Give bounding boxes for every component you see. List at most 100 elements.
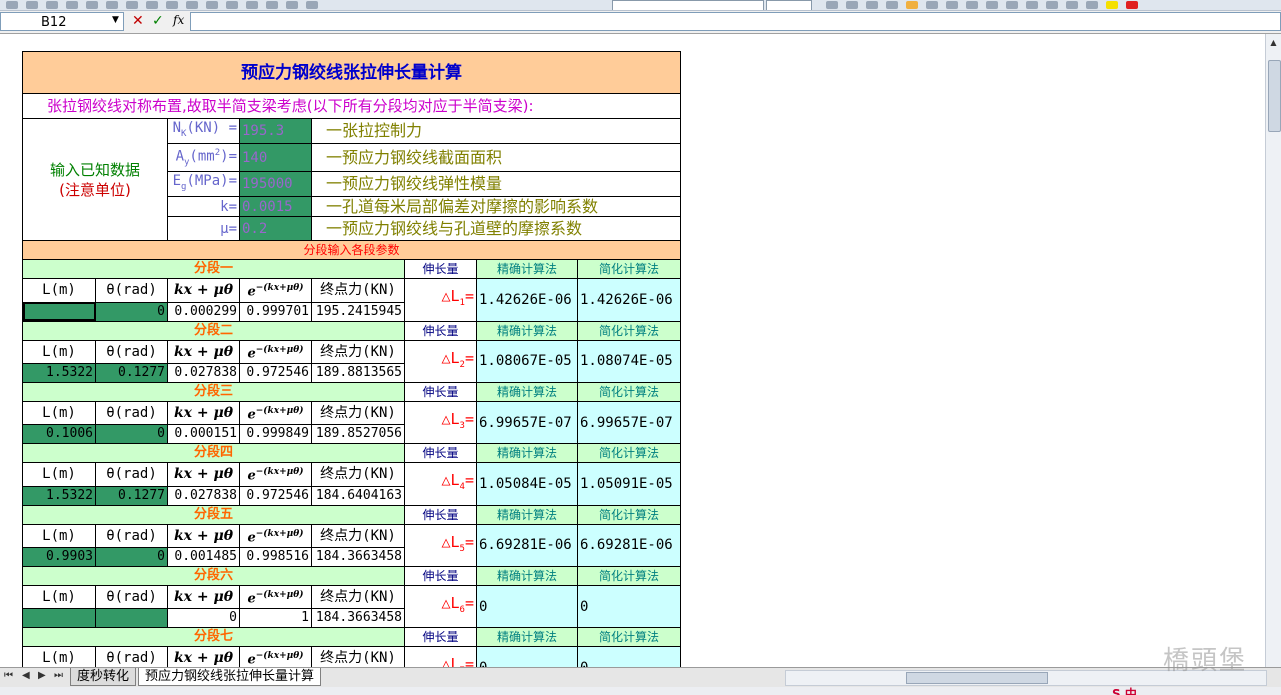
col-header-kx[interactable]: kx + μθ [167, 400, 240, 426]
col-header-kx[interactable]: kx + μθ [167, 462, 240, 487]
borders-icon[interactable] [1086, 1, 1098, 9]
col-header-kx[interactable]: kx + μθ [167, 646, 240, 667]
col-header-exp[interactable]: e−(kx+μθ) [239, 462, 312, 487]
method-exact-label[interactable]: 精确计算法 [476, 381, 578, 402]
result-simple[interactable]: 6.69281E-06 [577, 523, 681, 567]
segment-title[interactable]: 分段五 [22, 504, 405, 525]
worksheet[interactable]: 预应力钢绞线张拉伸长量计算 张拉钢绞线对称布置,故取半简支梁考虑(以下所有分段均… [0, 34, 1265, 667]
col-header-l[interactable]: L(m) [22, 339, 96, 364]
col-header-end-force[interactable]: 终点力(KN) [311, 462, 405, 487]
indent-icon[interactable] [1066, 1, 1078, 9]
method-simple-label[interactable]: 简化计算法 [577, 381, 681, 402]
method-simple-label[interactable]: 简化计算法 [577, 443, 681, 464]
result-simple[interactable]: 1.08074E-05 [577, 339, 681, 383]
col-header-exp[interactable]: e−(kx+μθ) [239, 278, 312, 303]
result-exact[interactable]: 0 [476, 646, 578, 667]
italic-icon[interactable] [846, 1, 858, 9]
col-header-l[interactable]: L(m) [22, 646, 96, 667]
elongation-label[interactable]: 伸长量 [404, 504, 477, 525]
vertical-scrollbar[interactable]: ▲ [1265, 34, 1281, 667]
percent-icon[interactable] [986, 1, 998, 9]
spell-icon[interactable] [106, 1, 118, 9]
value-end-force[interactable]: 189.8813565 [311, 362, 405, 383]
param-value-k[interactable]: 0.0015 [239, 196, 312, 218]
method-exact-label[interactable]: 精确计算法 [476, 443, 578, 464]
comma-icon[interactable] [1006, 1, 1018, 9]
next-sheet-icon[interactable]: ▶ [38, 670, 46, 681]
formula-input[interactable] [190, 12, 1281, 31]
param-desc-mu[interactable]: 一预应力钢绞线与孔道壁的摩擦系数 [311, 216, 681, 242]
method-simple-label[interactable]: 简化计算法 [577, 504, 681, 525]
result-simple[interactable]: 6.99657E-07 [577, 400, 681, 445]
col-header-l[interactable]: L(m) [22, 278, 96, 303]
value-kx[interactable]: 0.027838 [167, 362, 240, 383]
method-exact-label[interactable]: 精确计算法 [476, 504, 578, 525]
col-header-exp[interactable]: e−(kx+μθ) [239, 584, 312, 610]
elongation-label[interactable]: 伸长量 [404, 259, 477, 280]
col-header-l[interactable]: L(m) [22, 400, 96, 426]
currency-icon[interactable] [966, 1, 978, 9]
col-header-theta[interactable]: θ(rad) [95, 646, 168, 667]
prev-sheet-icon[interactable]: ◀ [22, 670, 30, 681]
value-end-force[interactable]: 184.6404163 [311, 485, 405, 506]
col-header-theta[interactable]: θ(rad) [95, 462, 168, 487]
value-kx[interactable]: 0.000299 [167, 301, 240, 322]
col-header-end-force[interactable]: 终点力(KN) [311, 646, 405, 667]
sheet-tab-calc[interactable]: 预应力钢绞线张拉伸长量计算 [138, 668, 322, 686]
font-name-combo[interactable] [612, 0, 764, 10]
input-l[interactable]: 0.9903 [22, 546, 96, 567]
align-left-icon[interactable] [886, 1, 898, 9]
col-header-exp[interactable]: e−(kx+μθ) [239, 523, 312, 548]
delta-l-label[interactable]: △L7= [404, 646, 477, 667]
result-exact[interactable]: 1.08067E-05 [476, 339, 578, 383]
last-sheet-icon[interactable]: ⏭ [54, 670, 63, 681]
sheet-tab-degree[interactable]: 度秒转化 [70, 668, 137, 686]
fill-color-icon[interactable] [1106, 1, 1118, 9]
input-l[interactable]: 1.5322 [22, 485, 96, 506]
cut-icon[interactable] [126, 1, 138, 9]
scroll-up-icon[interactable]: ▲ [1268, 38, 1279, 49]
subtitle[interactable]: 张拉钢绞线对称布置,故取半简支梁考虑(以下所有分段均对应于半简支梁): [22, 93, 681, 119]
method-simple-label[interactable]: 简化计算法 [577, 259, 681, 280]
input-theta[interactable]: 0 [95, 546, 168, 567]
method-exact-label[interactable]: 精确计算法 [476, 259, 578, 280]
value-exp[interactable]: 0.972546 [239, 485, 312, 506]
sheet-title[interactable]: 预应力钢绞线张拉伸长量计算 [22, 51, 681, 94]
zoom-icon[interactable] [286, 1, 298, 9]
col-header-theta[interactable]: θ(rad) [95, 339, 168, 364]
align-center-icon[interactable] [906, 1, 918, 9]
col-header-end-force[interactable]: 终点力(KN) [311, 278, 405, 303]
name-box[interactable]: B12 [0, 12, 124, 31]
cancel-icon[interactable]: ✕ [132, 13, 144, 30]
delta-l-label[interactable]: △L6= [404, 584, 477, 629]
known-data-label[interactable]: 输入已知数据 (注意单位) [22, 117, 168, 242]
input-theta[interactable]: 0.1277 [95, 485, 168, 506]
paste-icon[interactable] [166, 1, 178, 9]
save-icon[interactable] [46, 1, 58, 9]
sort-icon[interactable] [246, 1, 258, 9]
col-header-kx[interactable]: kx + μθ [167, 523, 240, 548]
elongation-label[interactable]: 伸长量 [404, 565, 477, 586]
result-simple[interactable]: 0 [577, 646, 681, 667]
result-exact[interactable]: 6.99657E-07 [476, 400, 578, 445]
input-l[interactable]: 0.1006 [22, 424, 96, 445]
segment-title[interactable]: 分段四 [22, 443, 405, 464]
sum-icon[interactable] [226, 1, 238, 9]
new-icon[interactable] [6, 1, 18, 9]
align-right-icon[interactable] [926, 1, 938, 9]
delta-l-label[interactable]: △L5= [404, 523, 477, 567]
insert-function-icon[interactable]: fx [173, 13, 184, 27]
method-exact-label[interactable]: 精确计算法 [476, 627, 578, 648]
value-exp[interactable]: 0.999849 [239, 424, 312, 445]
delta-l-label[interactable]: △L4= [404, 462, 477, 506]
decimal-inc-icon[interactable] [1026, 1, 1038, 9]
col-header-end-force[interactable]: 终点力(KN) [311, 339, 405, 364]
result-exact[interactable]: 0 [476, 584, 578, 629]
value-exp[interactable]: 0.999701 [239, 301, 312, 322]
value-exp[interactable]: 0.972546 [239, 362, 312, 383]
method-exact-label[interactable]: 精确计算法 [476, 565, 578, 586]
copy-icon[interactable] [146, 1, 158, 9]
value-end-force[interactable]: 195.2415945 [311, 301, 405, 322]
input-theta[interactable] [95, 608, 168, 629]
print-icon[interactable] [66, 1, 78, 9]
